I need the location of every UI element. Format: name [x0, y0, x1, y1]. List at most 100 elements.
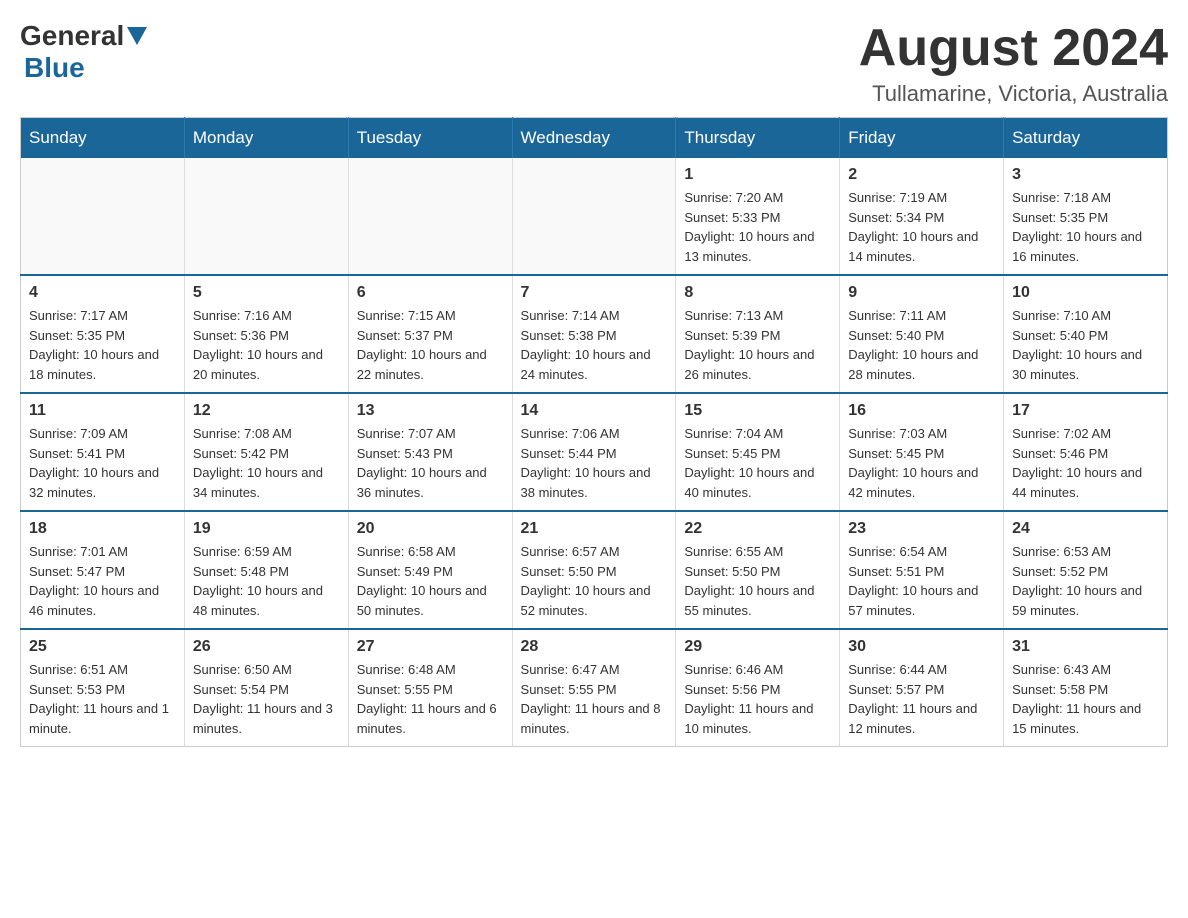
day-info: Sunrise: 7:07 AMSunset: 5:43 PMDaylight:…	[357, 424, 504, 502]
calendar-week-row: 18 Sunrise: 7:01 AMSunset: 5:47 PMDayligh…	[21, 511, 1168, 629]
calendar-cell: 24Sunrise: 6:53 AMSunset: 5:52 PMDayligh…	[1004, 511, 1168, 629]
calendar-cell: 14 Sunrise: 7:06 AMSunset: 5:44 PMDayligh…	[512, 393, 676, 511]
day-info: Sunrise: 7:08 AMSunset: 5:42 PMDaylight:…	[193, 424, 340, 502]
day-info: Sunrise: 7:01 AMSunset: 5:47 PMDaylight:…	[29, 542, 176, 620]
calendar-cell: 19 Sunrise: 6:59 AMSunset: 5:48 PMDayligh…	[184, 511, 348, 629]
day-number: 26	[193, 638, 340, 656]
calendar-cell: 9 Sunrise: 7:11 AMSunset: 5:40 PMDaylight…	[840, 275, 1004, 393]
calendar-cell: 20 Sunrise: 6:58 AMSunset: 5:49 PMDayligh…	[348, 511, 512, 629]
calendar-cell: 13 Sunrise: 7:07 AMSunset: 5:43 PMDayligh…	[348, 393, 512, 511]
day-number: 16	[848, 402, 995, 420]
day-info: Sunrise: 7:16 AMSunset: 5:36 PMDaylight:…	[193, 306, 340, 384]
logo-general-text: General	[20, 20, 124, 52]
day-number: 25	[29, 638, 176, 656]
day-info: Sunrise: 6:59 AMSunset: 5:48 PMDaylight:…	[193, 542, 340, 620]
calendar-cell: 3 Sunrise: 7:18 AMSunset: 5:35 PMDaylight…	[1004, 158, 1168, 275]
weekday-header-thursday: Thursday	[676, 118, 840, 159]
day-number: 19	[193, 520, 340, 538]
day-info: Sunrise: 6:47 AMSunset: 5:55 PMDaylight:…	[521, 660, 668, 738]
day-number: 14	[521, 402, 668, 420]
calendar-cell: 31Sunrise: 6:43 AMSunset: 5:58 PMDayligh…	[1004, 629, 1168, 747]
day-info: Sunrise: 6:46 AMSunset: 5:56 PMDaylight:…	[684, 660, 831, 738]
calendar-header-row: SundayMondayTuesdayWednesdayThursdayFrid…	[21, 118, 1168, 159]
calendar-cell: 2 Sunrise: 7:19 AMSunset: 5:34 PMDaylight…	[840, 158, 1004, 275]
calendar-cell: 6 Sunrise: 7:15 AMSunset: 5:37 PMDaylight…	[348, 275, 512, 393]
day-info: Sunrise: 7:10 AMSunset: 5:40 PMDaylight:…	[1012, 306, 1159, 384]
day-info: Sunrise: 7:09 AMSunset: 5:41 PMDaylight:…	[29, 424, 176, 502]
day-number: 15	[684, 402, 831, 420]
calendar-cell: 12 Sunrise: 7:08 AMSunset: 5:42 PMDayligh…	[184, 393, 348, 511]
day-number: 5	[193, 284, 340, 302]
calendar-cell: 26 Sunrise: 6:50 AMSunset: 5:54 PMDayligh…	[184, 629, 348, 747]
day-number: 11	[29, 402, 176, 420]
day-number: 8	[684, 284, 831, 302]
calendar-week-row: 4Sunrise: 7:17 AMSunset: 5:35 PMDaylight…	[21, 275, 1168, 393]
day-number: 3	[1012, 166, 1159, 184]
logo-blue-text: Blue	[24, 52, 85, 83]
calendar-cell: 18 Sunrise: 7:01 AMSunset: 5:47 PMDayligh…	[21, 511, 185, 629]
calendar-cell: 28Sunrise: 6:47 AMSunset: 5:55 PMDayligh…	[512, 629, 676, 747]
calendar-cell: 22Sunrise: 6:55 AMSunset: 5:50 PMDayligh…	[676, 511, 840, 629]
day-number: 17	[1012, 402, 1159, 420]
day-number: 7	[521, 284, 668, 302]
day-number: 10	[1012, 284, 1159, 302]
logo: General Blue	[20, 20, 150, 84]
calendar-cell: 21 Sunrise: 6:57 AMSunset: 5:50 PMDayligh…	[512, 511, 676, 629]
day-number: 13	[357, 402, 504, 420]
page-header: General Blue August 2024 Tullamarine, Vi…	[20, 20, 1168, 107]
day-number: 20	[357, 520, 504, 538]
calendar-table: SundayMondayTuesdayWednesdayThursdayFrid…	[20, 117, 1168, 747]
day-info: Sunrise: 6:58 AMSunset: 5:49 PMDaylight:…	[357, 542, 504, 620]
calendar-cell: 7Sunrise: 7:14 AMSunset: 5:38 PMDaylight…	[512, 275, 676, 393]
day-info: Sunrise: 7:20 AMSunset: 5:33 PMDaylight:…	[684, 188, 831, 266]
day-number: 24	[1012, 520, 1159, 538]
calendar-cell: 27Sunrise: 6:48 AMSunset: 5:55 PMDayligh…	[348, 629, 512, 747]
day-info: Sunrise: 7:11 AMSunset: 5:40 PMDaylight:…	[848, 306, 995, 384]
calendar-week-row: 25Sunrise: 6:51 AMSunset: 5:53 PMDayligh…	[21, 629, 1168, 747]
day-info: Sunrise: 6:44 AMSunset: 5:57 PMDaylight:…	[848, 660, 995, 738]
day-number: 9	[848, 284, 995, 302]
weekday-header-monday: Monday	[184, 118, 348, 159]
day-info: Sunrise: 6:50 AMSunset: 5:54 PMDaylight:…	[193, 660, 340, 738]
day-number: 22	[684, 520, 831, 538]
calendar-cell: 8Sunrise: 7:13 AMSunset: 5:39 PMDaylight…	[676, 275, 840, 393]
calendar-week-row: 11 Sunrise: 7:09 AMSunset: 5:41 PMDayligh…	[21, 393, 1168, 511]
day-number: 1	[684, 166, 831, 184]
day-number: 12	[193, 402, 340, 420]
weekday-header-tuesday: Tuesday	[348, 118, 512, 159]
day-info: Sunrise: 7:04 AMSunset: 5:45 PMDaylight:…	[684, 424, 831, 502]
calendar-cell: 4Sunrise: 7:17 AMSunset: 5:35 PMDaylight…	[21, 275, 185, 393]
calendar-cell	[184, 158, 348, 275]
weekday-header-wednesday: Wednesday	[512, 118, 676, 159]
day-info: Sunrise: 6:57 AMSunset: 5:50 PMDaylight:…	[521, 542, 668, 620]
title-section: August 2024 Tullamarine, Victoria, Austr…	[859, 20, 1168, 107]
day-number: 6	[357, 284, 504, 302]
day-info: Sunrise: 6:54 AMSunset: 5:51 PMDaylight:…	[848, 542, 995, 620]
calendar-cell: 25Sunrise: 6:51 AMSunset: 5:53 PMDayligh…	[21, 629, 185, 747]
day-info: Sunrise: 7:15 AMSunset: 5:37 PMDaylight:…	[357, 306, 504, 384]
calendar-cell: 29Sunrise: 6:46 AMSunset: 5:56 PMDayligh…	[676, 629, 840, 747]
calendar-cell: 15 Sunrise: 7:04 AMSunset: 5:45 PMDayligh…	[676, 393, 840, 511]
calendar-cell: 30 Sunrise: 6:44 AMSunset: 5:57 PMDayligh…	[840, 629, 1004, 747]
day-info: Sunrise: 7:17 AMSunset: 5:35 PMDaylight:…	[29, 306, 176, 384]
day-info: Sunrise: 7:19 AMSunset: 5:34 PMDaylight:…	[848, 188, 995, 266]
month-title: August 2024	[859, 20, 1168, 77]
weekday-header-sunday: Sunday	[21, 118, 185, 159]
calendar-cell: 5 Sunrise: 7:16 AMSunset: 5:36 PMDaylight…	[184, 275, 348, 393]
weekday-header-friday: Friday	[840, 118, 1004, 159]
calendar-cell: 11 Sunrise: 7:09 AMSunset: 5:41 PMDayligh…	[21, 393, 185, 511]
day-info: Sunrise: 7:06 AMSunset: 5:44 PMDaylight:…	[521, 424, 668, 502]
calendar-cell: 23Sunrise: 6:54 AMSunset: 5:51 PMDayligh…	[840, 511, 1004, 629]
weekday-header-saturday: Saturday	[1004, 118, 1168, 159]
day-number: 21	[521, 520, 668, 538]
calendar-cell	[21, 158, 185, 275]
logo-triangle-icon	[127, 27, 147, 45]
day-info: Sunrise: 7:18 AMSunset: 5:35 PMDaylight:…	[1012, 188, 1159, 266]
day-number: 30	[848, 638, 995, 656]
calendar-week-row: 1 Sunrise: 7:20 AMSunset: 5:33 PMDaylight…	[21, 158, 1168, 275]
day-number: 18	[29, 520, 176, 538]
calendar-cell	[512, 158, 676, 275]
day-number: 27	[357, 638, 504, 656]
day-number: 2	[848, 166, 995, 184]
day-number: 31	[1012, 638, 1159, 656]
